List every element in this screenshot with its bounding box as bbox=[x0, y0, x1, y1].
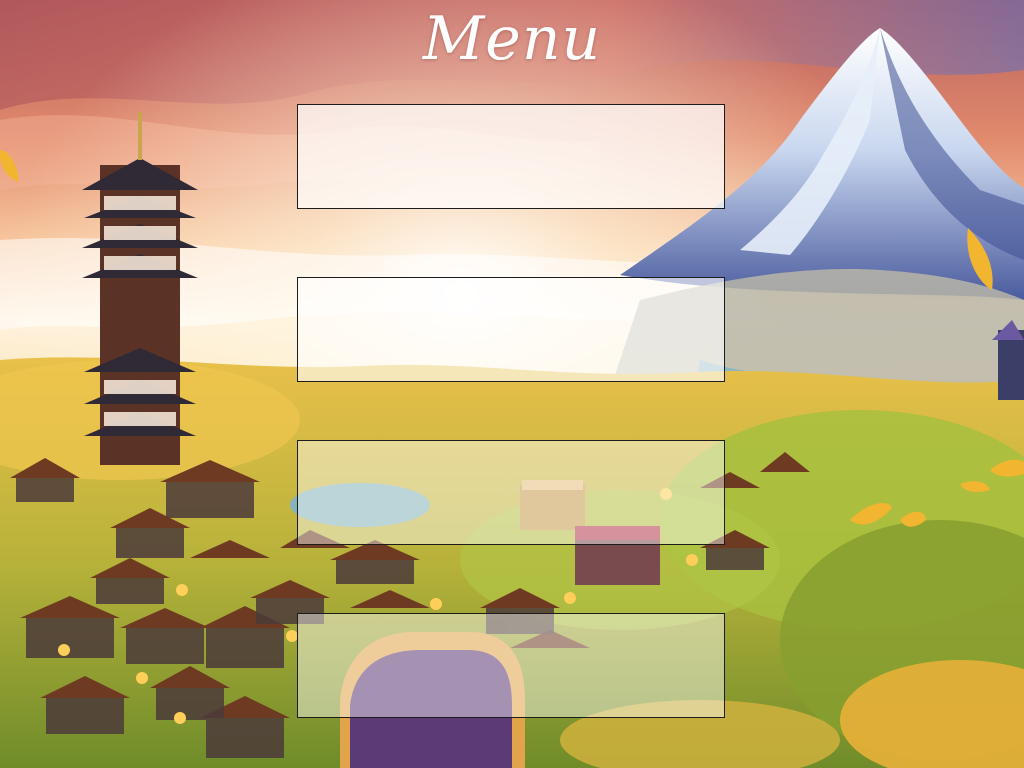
page-title: Menu bbox=[422, 4, 602, 74]
menu-button-2[interactable] bbox=[297, 277, 725, 382]
menu-button-4[interactable] bbox=[297, 613, 725, 718]
menu-button-3[interactable] bbox=[297, 440, 725, 545]
menu-button-1[interactable] bbox=[297, 104, 725, 209]
menu-screen: Menu bbox=[0, 0, 1024, 768]
